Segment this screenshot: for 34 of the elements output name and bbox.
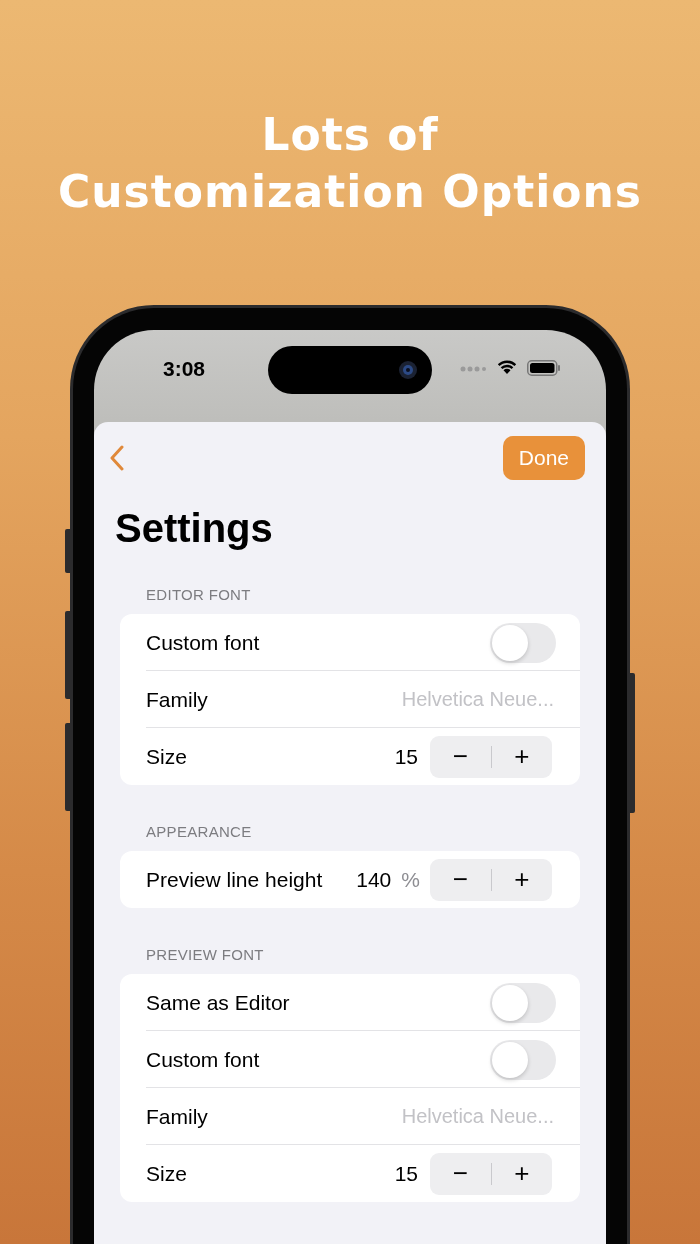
toggle-switch[interactable] bbox=[490, 982, 556, 1023]
page-title: Settings bbox=[115, 505, 274, 552]
row-label: Preview line height bbox=[146, 867, 323, 892]
value-text: 140 bbox=[356, 867, 392, 892]
value-text: Helvetica Neue... bbox=[401, 1105, 554, 1128]
plus-button[interactable]: + bbox=[491, 1152, 552, 1195]
unit-text: % bbox=[401, 867, 420, 892]
row-label: Size bbox=[146, 1161, 187, 1186]
row-label: Family bbox=[146, 687, 208, 712]
headline: Lots of bbox=[261, 108, 439, 162]
section-header: EDITOR FONT bbox=[146, 586, 252, 604]
row-label: Family bbox=[146, 1104, 208, 1129]
row-label: Custom font bbox=[146, 1047, 260, 1072]
status-time: 3:08 bbox=[163, 357, 206, 381]
minus-button[interactable]: − bbox=[430, 1152, 491, 1195]
row-label: Size bbox=[146, 744, 187, 769]
toggle-switch[interactable] bbox=[490, 1039, 556, 1080]
minus-button[interactable]: − bbox=[430, 858, 491, 901]
value-text: 15 bbox=[394, 744, 418, 769]
value-text: 15 bbox=[394, 1161, 418, 1186]
wifi-icon bbox=[496, 358, 518, 375]
chevron-left-icon bbox=[110, 445, 124, 471]
row-label: Custom font bbox=[146, 630, 260, 655]
headline: Customization Options bbox=[57, 165, 642, 219]
signal-icon bbox=[460, 366, 486, 372]
value-text: Helvetica Neue... bbox=[401, 688, 554, 711]
battery-icon bbox=[527, 360, 561, 376]
row-label: Same as Editor bbox=[146, 990, 290, 1015]
section-header: PREVIEW FONT bbox=[146, 946, 265, 964]
toggle-switch[interactable] bbox=[490, 622, 556, 663]
plus-button[interactable]: + bbox=[491, 858, 552, 901]
plus-button[interactable]: + bbox=[491, 735, 552, 778]
section-header: APPEARANCE bbox=[146, 823, 253, 841]
minus-button[interactable]: − bbox=[430, 735, 491, 778]
